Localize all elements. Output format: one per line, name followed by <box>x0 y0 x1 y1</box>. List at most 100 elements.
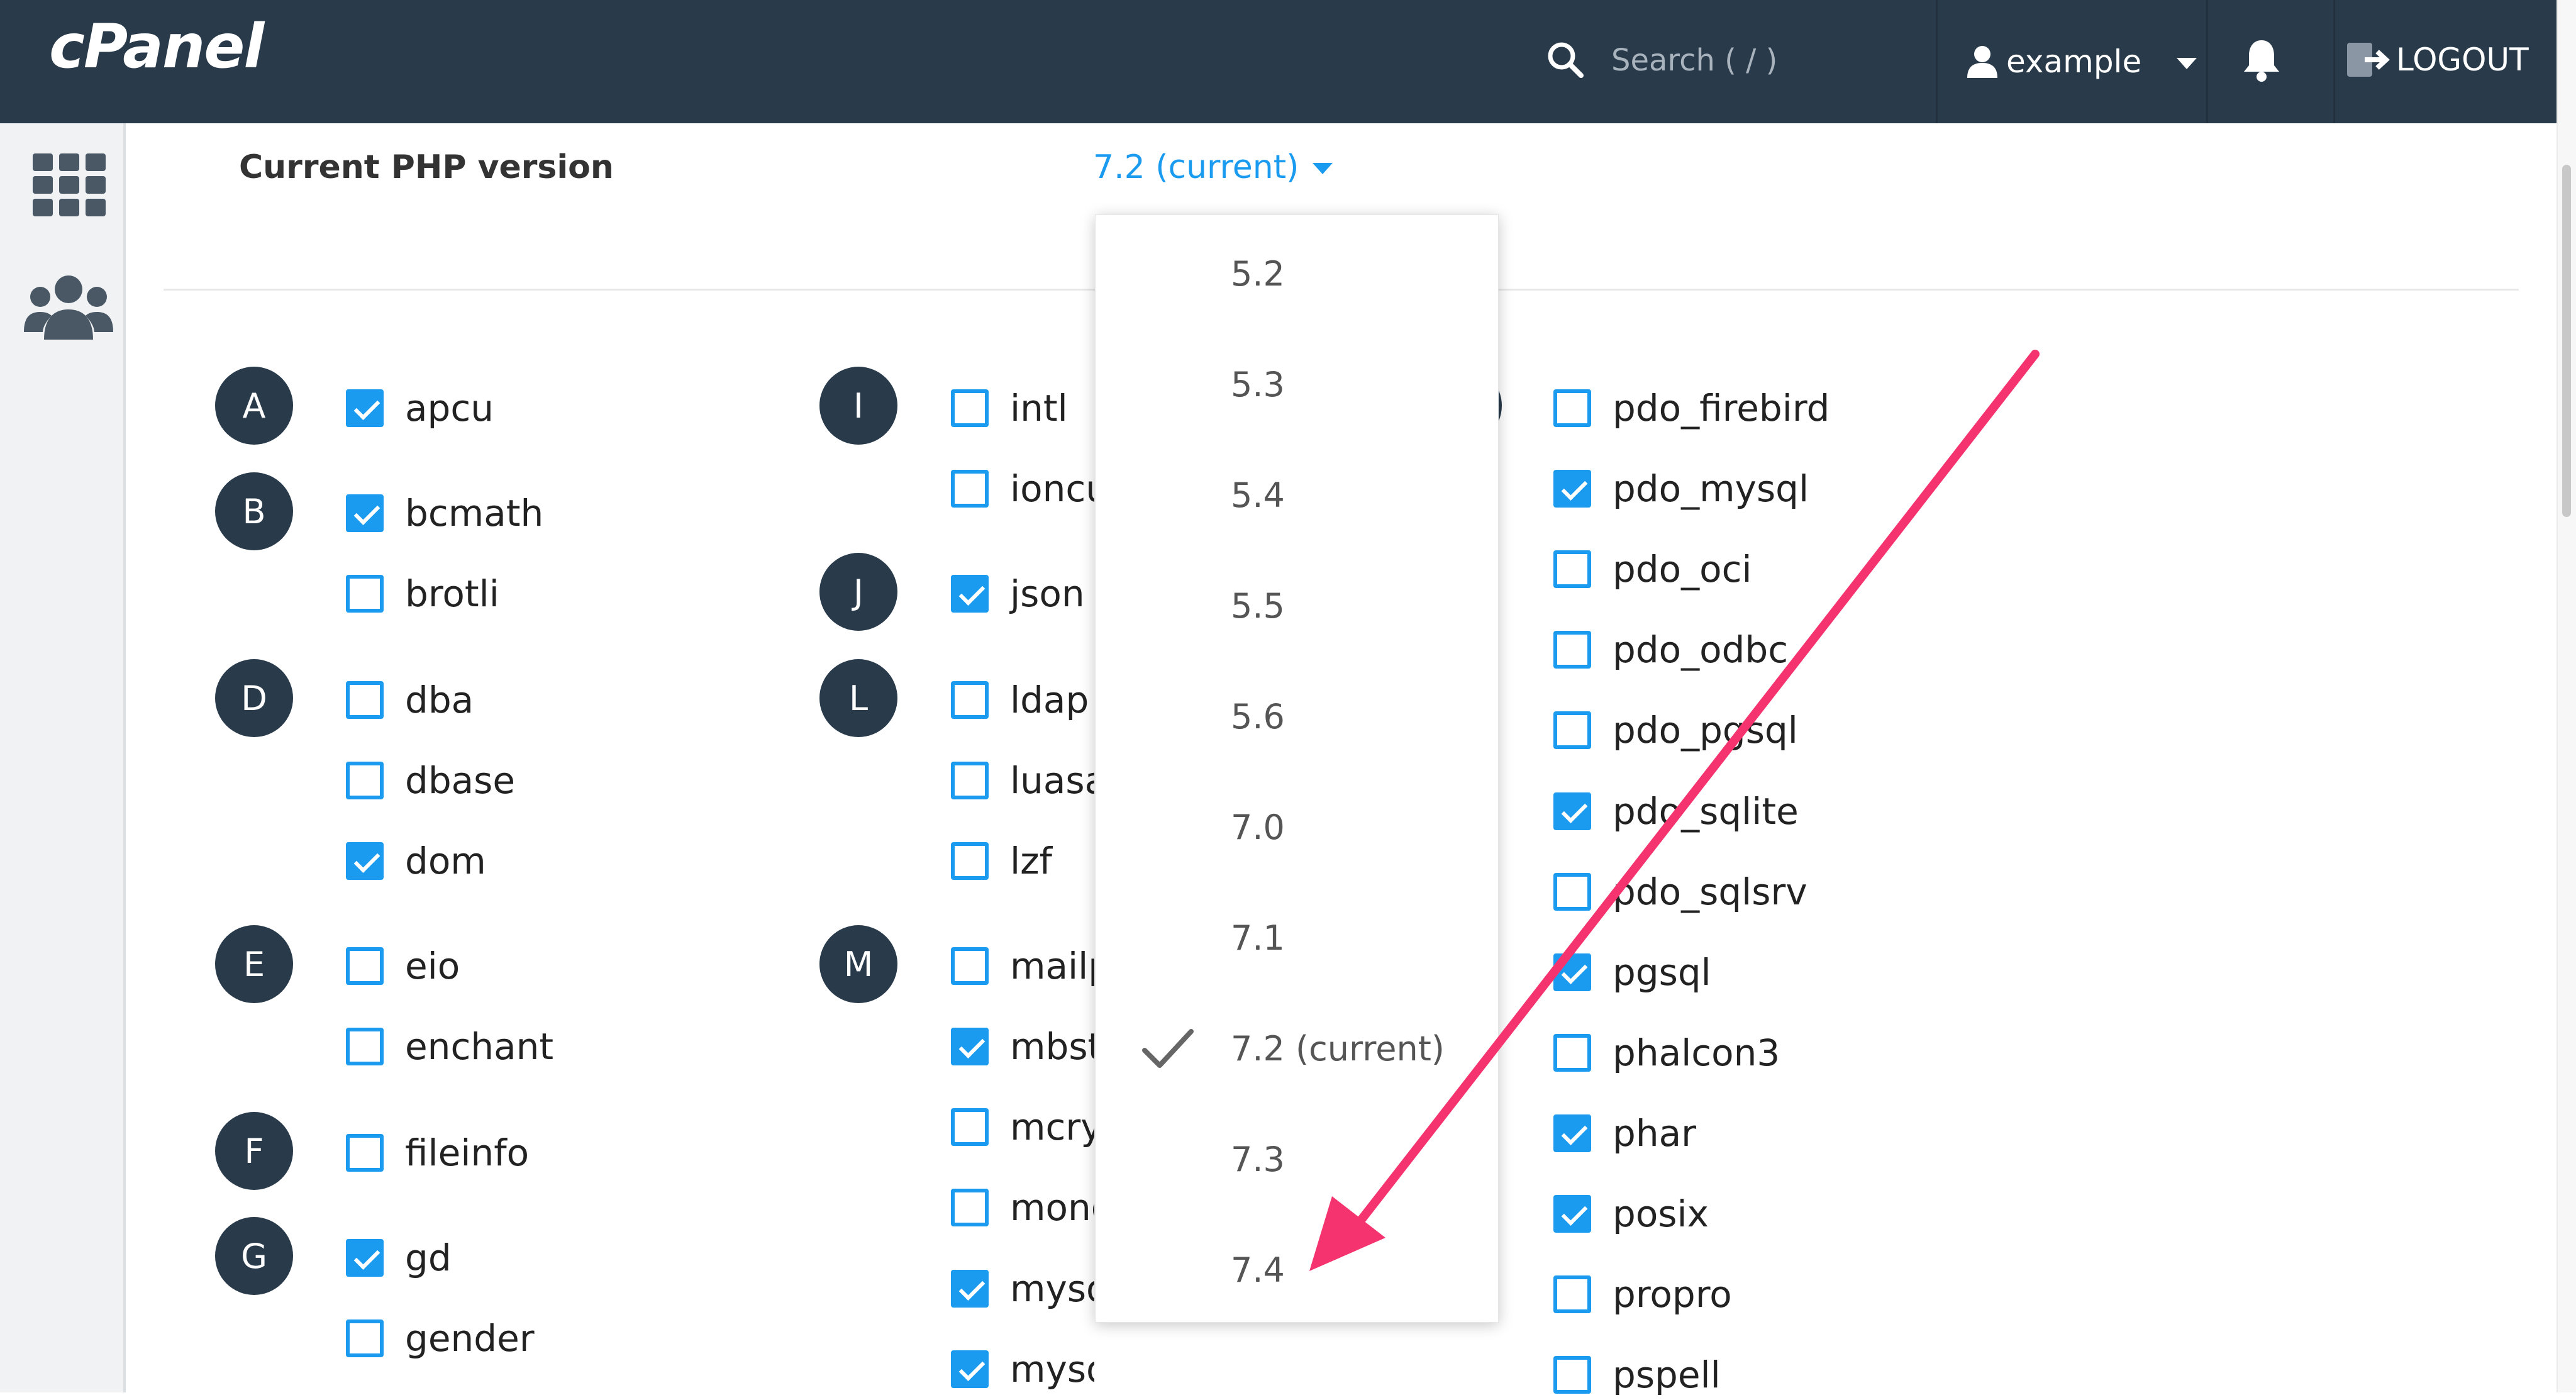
extension-pdo-pgsql[interactable]: pdo_pgsql <box>1553 705 1798 755</box>
extension-json[interactable]: json <box>951 569 1085 619</box>
apps-grid-icon[interactable] <box>33 153 106 216</box>
extension-checkbox[interactable] <box>951 470 989 508</box>
page-scrollbar[interactable] <box>2557 0 2576 1392</box>
extension-fileinfo[interactable]: fileinfo <box>346 1128 529 1178</box>
extension-checkbox[interactable] <box>1553 953 1591 991</box>
extension-checkbox[interactable] <box>346 681 384 719</box>
php-version-option[interactable]: 5.6 <box>1096 688 1498 745</box>
extension-checkbox[interactable] <box>951 1108 989 1146</box>
bell-icon[interactable] <box>2239 36 2284 83</box>
extension-name: enchant <box>405 1025 554 1068</box>
user-icon <box>1967 46 1997 78</box>
php-version-option[interactable]: 5.3 <box>1096 356 1498 413</box>
extension-pdo-sqlsrv[interactable]: pdo_sqlsrv <box>1553 867 1807 917</box>
extension-checkbox[interactable] <box>346 947 384 985</box>
extension-posix[interactable]: posix <box>1553 1189 1709 1239</box>
extension-bcmath[interactable]: bcmath <box>346 488 543 538</box>
extension-checkbox[interactable] <box>1553 631 1591 669</box>
extension-pgsql[interactable]: pgsql <box>1553 947 1711 997</box>
extension-mbst[interactable]: mbst <box>951 1021 1094 1072</box>
extension-mcryp[interactable]: mcryp <box>951 1102 1094 1152</box>
extension-checkbox[interactable] <box>1553 1114 1591 1152</box>
extension-checkbox[interactable] <box>951 947 989 985</box>
extension-checkbox[interactable] <box>1553 550 1591 588</box>
php-version-select[interactable]: 7.2 (current) <box>1093 148 1333 186</box>
extension-checkbox[interactable] <box>1553 470 1591 508</box>
extension-pspell[interactable]: pspell <box>1553 1350 1721 1400</box>
cpanel-logo[interactable]: cPanel <box>49 11 264 82</box>
users-icon[interactable] <box>24 272 113 341</box>
extension-checkbox[interactable] <box>346 1028 384 1065</box>
extension-checkbox[interactable] <box>1553 1034 1591 1072</box>
extension-checkbox[interactable] <box>1553 1356 1591 1394</box>
extension-brotli[interactable]: brotli <box>346 569 499 619</box>
extension-name: fileinfo <box>405 1131 530 1174</box>
extension-dbase[interactable]: dbase <box>346 755 515 806</box>
extension-intl[interactable]: intl <box>951 383 1068 433</box>
extension-dba[interactable]: dba <box>346 675 474 725</box>
extension-phar[interactable]: phar <box>1553 1108 1696 1158</box>
extension-checkbox[interactable] <box>951 1350 989 1388</box>
extension-checkbox[interactable] <box>346 1239 384 1277</box>
extension-checkbox[interactable] <box>346 389 384 427</box>
search-icon[interactable] <box>1546 40 1585 79</box>
extension-ioncu[interactable]: ioncu <box>951 464 1094 514</box>
extension-mysq[interactable]: mysq <box>951 1264 1094 1314</box>
php-version-option[interactable]: 5.2 <box>1096 245 1498 302</box>
extension-checkbox[interactable] <box>1553 1275 1591 1313</box>
extension-checkbox[interactable] <box>346 494 384 532</box>
php-version-option[interactable]: 5.5 <box>1096 577 1498 634</box>
extension-pdo-firebird[interactable]: pdo_firebird <box>1553 383 1829 433</box>
extension-propro[interactable]: propro <box>1553 1269 1732 1319</box>
scrollbar-thumb[interactable] <box>2562 165 2571 517</box>
extension-pdo-mysql[interactable]: pdo_mysql <box>1553 464 1809 514</box>
extension-checkbox[interactable] <box>346 1319 384 1357</box>
extension-lzf[interactable]: lzf <box>951 836 1052 886</box>
extension-gender[interactable]: gender <box>346 1313 535 1364</box>
extension-checkbox[interactable] <box>951 842 989 880</box>
extension-checkbox[interactable] <box>951 681 989 719</box>
extension-checkbox[interactable] <box>951 1270 989 1308</box>
extension-checkbox[interactable] <box>951 389 989 427</box>
search-input[interactable] <box>1610 38 1877 83</box>
extension-checkbox[interactable] <box>1553 873 1591 911</box>
php-version-option[interactable]: 7.4 <box>1096 1242 1498 1298</box>
php-version-option-label: 5.5 <box>1231 586 1285 626</box>
extension-checkbox[interactable] <box>1553 389 1591 427</box>
extension-checkbox[interactable] <box>346 842 384 880</box>
extension-pdo-odbc[interactable]: pdo_odbc <box>1553 625 1788 675</box>
extension-mong[interactable]: mong <box>951 1182 1094 1233</box>
php-version-option-label: 5.2 <box>1231 253 1285 294</box>
extension-pdo-oci[interactable]: pdo_oci <box>1553 544 1752 594</box>
php-version-option[interactable]: 7.0 <box>1096 799 1498 855</box>
php-version-option[interactable]: 7.3 <box>1096 1131 1498 1187</box>
extension-checkbox[interactable] <box>346 762 384 799</box>
user-menu[interactable]: example <box>1937 0 2201 123</box>
extension-phalcon3[interactable]: phalcon3 <box>1553 1028 1780 1078</box>
php-version-option[interactable]: 5.4 <box>1096 467 1498 523</box>
extension-checkbox[interactable] <box>951 575 989 613</box>
extension-checkbox[interactable] <box>951 1028 989 1065</box>
logout-icon <box>2347 43 2390 77</box>
extension-checkbox[interactable] <box>1553 1195 1591 1233</box>
extension-ldap[interactable]: ldap <box>951 675 1089 725</box>
extension-eio[interactable]: eio <box>346 941 460 991</box>
extension-checkbox[interactable] <box>951 1189 989 1226</box>
extension-checkbox[interactable] <box>1553 792 1591 830</box>
extension-checkbox[interactable] <box>951 762 989 799</box>
extension-dom[interactable]: dom <box>346 836 486 886</box>
php-version-option[interactable]: 7.1 <box>1096 909 1498 966</box>
extension-apcu[interactable]: apcu <box>346 383 494 433</box>
php-version-option[interactable]: 7.2 (current) <box>1096 1020 1498 1077</box>
extension-checkbox[interactable] <box>346 1134 384 1172</box>
extension-enchant[interactable]: enchant <box>346 1021 553 1072</box>
extension-pdo-sqlite[interactable]: pdo_sqlite <box>1553 786 1799 836</box>
extension-luasa[interactable]: luasa <box>951 755 1094 806</box>
extension-mysqlnd[interactable]: mysqlnd <box>951 1344 1094 1392</box>
extension-checkbox[interactable] <box>346 575 384 613</box>
extension-gd[interactable]: gd <box>346 1233 452 1283</box>
logout-button[interactable]: LOGOUT <box>2346 38 2529 82</box>
extension-mailp[interactable]: mailp <box>951 941 1094 991</box>
php-version-option-label: 7.0 <box>1231 807 1285 847</box>
extension-checkbox[interactable] <box>1553 711 1591 749</box>
